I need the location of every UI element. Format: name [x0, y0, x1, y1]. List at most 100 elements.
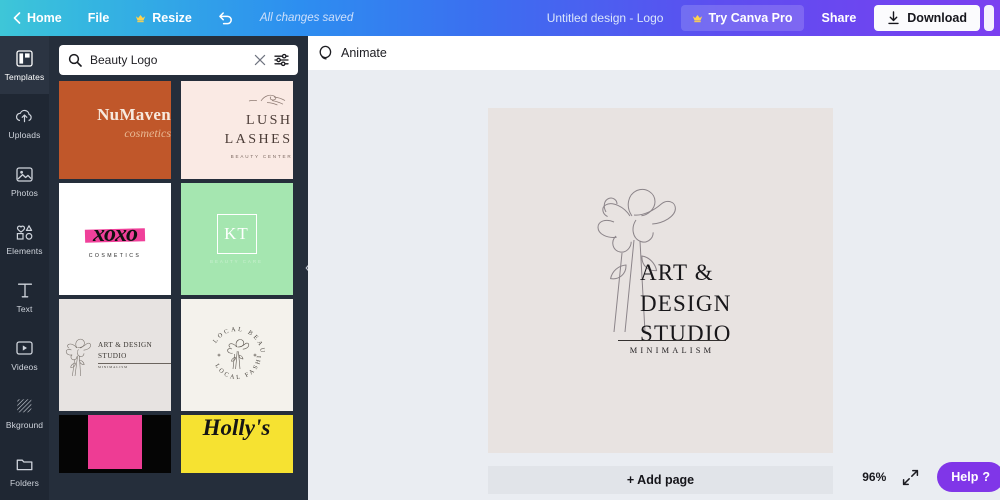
try-canva-pro-button[interactable]: Try Canva Pro — [681, 5, 803, 31]
template-card[interactable]: NuMaven cosmetics — [59, 81, 171, 179]
share-button[interactable]: Share — [808, 11, 871, 25]
add-page-button[interactable]: + Add page — [488, 466, 833, 494]
template-subtitle: BEAUTY CENTER — [231, 154, 293, 159]
download-button[interactable]: Download — [874, 5, 980, 31]
rose-line-icon — [247, 91, 293, 108]
zoom-controls: 96% Help ? — [862, 462, 994, 492]
template-title: xoxo — [93, 221, 137, 247]
sidebar-item-elements[interactable]: Elements — [0, 210, 49, 268]
template-card[interactable] — [59, 415, 171, 473]
undo-icon — [218, 9, 234, 28]
top-bar: Home File Resize All changes saved — [0, 0, 1000, 36]
undo-button[interactable] — [205, 0, 247, 36]
sidebar-item-folders[interactable]: Folders — [0, 442, 49, 500]
template-title-2: LASHES — [225, 131, 293, 150]
file-menu-button[interactable]: File — [75, 0, 123, 36]
folders-icon — [16, 455, 33, 474]
template-card[interactable]: LOCAL BEAUTY LOCAL FASHION — [181, 299, 293, 411]
text-icon — [17, 281, 33, 300]
animate-button[interactable]: Animate — [341, 46, 387, 60]
help-button[interactable]: Help ? — [937, 462, 1000, 492]
fullscreen-icon[interactable] — [902, 469, 919, 486]
download-icon — [887, 9, 900, 28]
template-card[interactable]: Holly's — [181, 415, 293, 473]
template-title: Holly's — [203, 415, 271, 441]
search-input[interactable]: Beauty Logo — [90, 53, 246, 67]
crown-icon — [692, 9, 703, 28]
template-card[interactable]: xoxo COSMETICS — [59, 183, 171, 295]
logo-composition: ART & DESIGN STUDIO MINIMALISM — [488, 108, 833, 453]
download-label: Download — [907, 11, 967, 25]
sidebar-label-templates: Templates — [5, 72, 45, 82]
template-card[interactable]: KT BEAUTY CARE — [181, 183, 293, 295]
template-card[interactable]: LUSH LASHES BEAUTY CENTER — [181, 81, 293, 179]
template-title: ART & DESIGN STUDIO — [98, 340, 171, 361]
design-canvas[interactable]: ART & DESIGN STUDIO MINIMALISM — [488, 108, 833, 453]
svg-text:LOCAL BEAUTY: LOCAL BEAUTY — [199, 317, 266, 355]
background-icon — [16, 397, 33, 416]
template-grid: NuMaven cosmetics LUSH LASHES BEAUTY CEN… — [49, 81, 308, 500]
search-bar[interactable]: Beauty Logo — [59, 45, 298, 75]
logo-divider — [618, 340, 726, 341]
sidebar-label-elements: Elements — [6, 246, 42, 256]
filter-icon[interactable] — [274, 53, 289, 67]
template-subtitle: COSMETICS — [89, 253, 141, 259]
sidebar-item-text[interactable]: Text — [0, 268, 49, 326]
help-suffix: ? — [982, 470, 990, 484]
canva-editor-window: Home File Resize All changes saved — [0, 0, 1000, 500]
logo-line-2: DESIGN — [640, 289, 732, 320]
animate-icon — [317, 45, 333, 61]
document-title[interactable]: Untitled design - Logo — [533, 11, 678, 25]
home-label: Home — [27, 11, 62, 25]
file-label: File — [88, 11, 110, 25]
home-button[interactable]: Home — [0, 0, 75, 36]
resize-button[interactable]: Resize — [122, 0, 205, 36]
sidebar-item-background[interactable]: Bkground — [0, 384, 49, 442]
close-icon[interactable] — [254, 54, 266, 66]
sidebar-label-uploads: Uploads — [9, 130, 41, 140]
elements-icon — [15, 223, 34, 242]
zoom-level[interactable]: 96% — [862, 470, 886, 484]
template-title: NuMaven — [97, 105, 171, 125]
sidebar-label-videos: Videos — [11, 362, 37, 372]
search-icon — [68, 53, 82, 67]
photos-icon — [16, 165, 33, 184]
sidebar-label-text: Text — [17, 304, 33, 314]
template-frame: KT — [217, 214, 257, 254]
logo-line-1: ART & — [640, 258, 732, 289]
template-subtitle: BEAUTY CARE — [210, 259, 263, 264]
overflow-menu-button[interactable] — [984, 5, 994, 31]
videos-icon — [16, 339, 33, 358]
crown-icon — [135, 9, 146, 28]
top-bar-right-group: Untitled design - Logo Try Canva Pro Sha… — [533, 0, 1000, 36]
help-label: Help — [951, 470, 978, 484]
resize-label: Resize — [152, 11, 192, 25]
sidebar-label-photos: Photos — [11, 188, 38, 198]
flower-line-art-icon — [59, 330, 97, 380]
template-title: KT — [224, 224, 249, 244]
chevron-left-icon — [13, 9, 21, 28]
sidebar-item-videos[interactable]: Videos — [0, 326, 49, 384]
templates-icon — [16, 49, 33, 68]
sidebar-item-photos[interactable]: Photos — [0, 152, 49, 210]
sidebar-label-folders: Folders — [10, 478, 39, 488]
template-subtitle: cosmetics — [124, 126, 171, 141]
logo-text-block: ART & DESIGN STUDIO — [640, 258, 732, 350]
sidebar-item-uploads[interactable]: Uploads — [0, 94, 49, 152]
uploads-icon — [15, 107, 34, 126]
try-canva-pro-label: Try Canva Pro — [708, 11, 792, 25]
sidebar-item-templates[interactable]: Templates — [0, 36, 49, 94]
sidebar-label-background: Bkground — [6, 420, 43, 430]
editor-toolbar: Animate — [308, 36, 1000, 70]
top-bar-left-group: Home File Resize All changes saved — [0, 0, 366, 36]
left-sidebar: Templates Uploads Photos Elements Text — [0, 36, 49, 500]
template-shape — [88, 415, 142, 469]
logo-tagline: MINIMALISM — [618, 346, 726, 355]
template-card[interactable]: ART & DESIGN STUDIO MINIMALISM — [59, 299, 171, 411]
save-status-label: All changes saved — [260, 12, 353, 24]
editor-area: Animate — [308, 36, 1000, 500]
templates-panel: Beauty Logo NuMaven cosmetics LU — [49, 36, 308, 500]
template-title: LUSH — [246, 112, 293, 131]
circular-badge: LOCAL BEAUTY LOCAL FASHION — [199, 317, 275, 393]
save-status: All changes saved — [247, 0, 366, 36]
